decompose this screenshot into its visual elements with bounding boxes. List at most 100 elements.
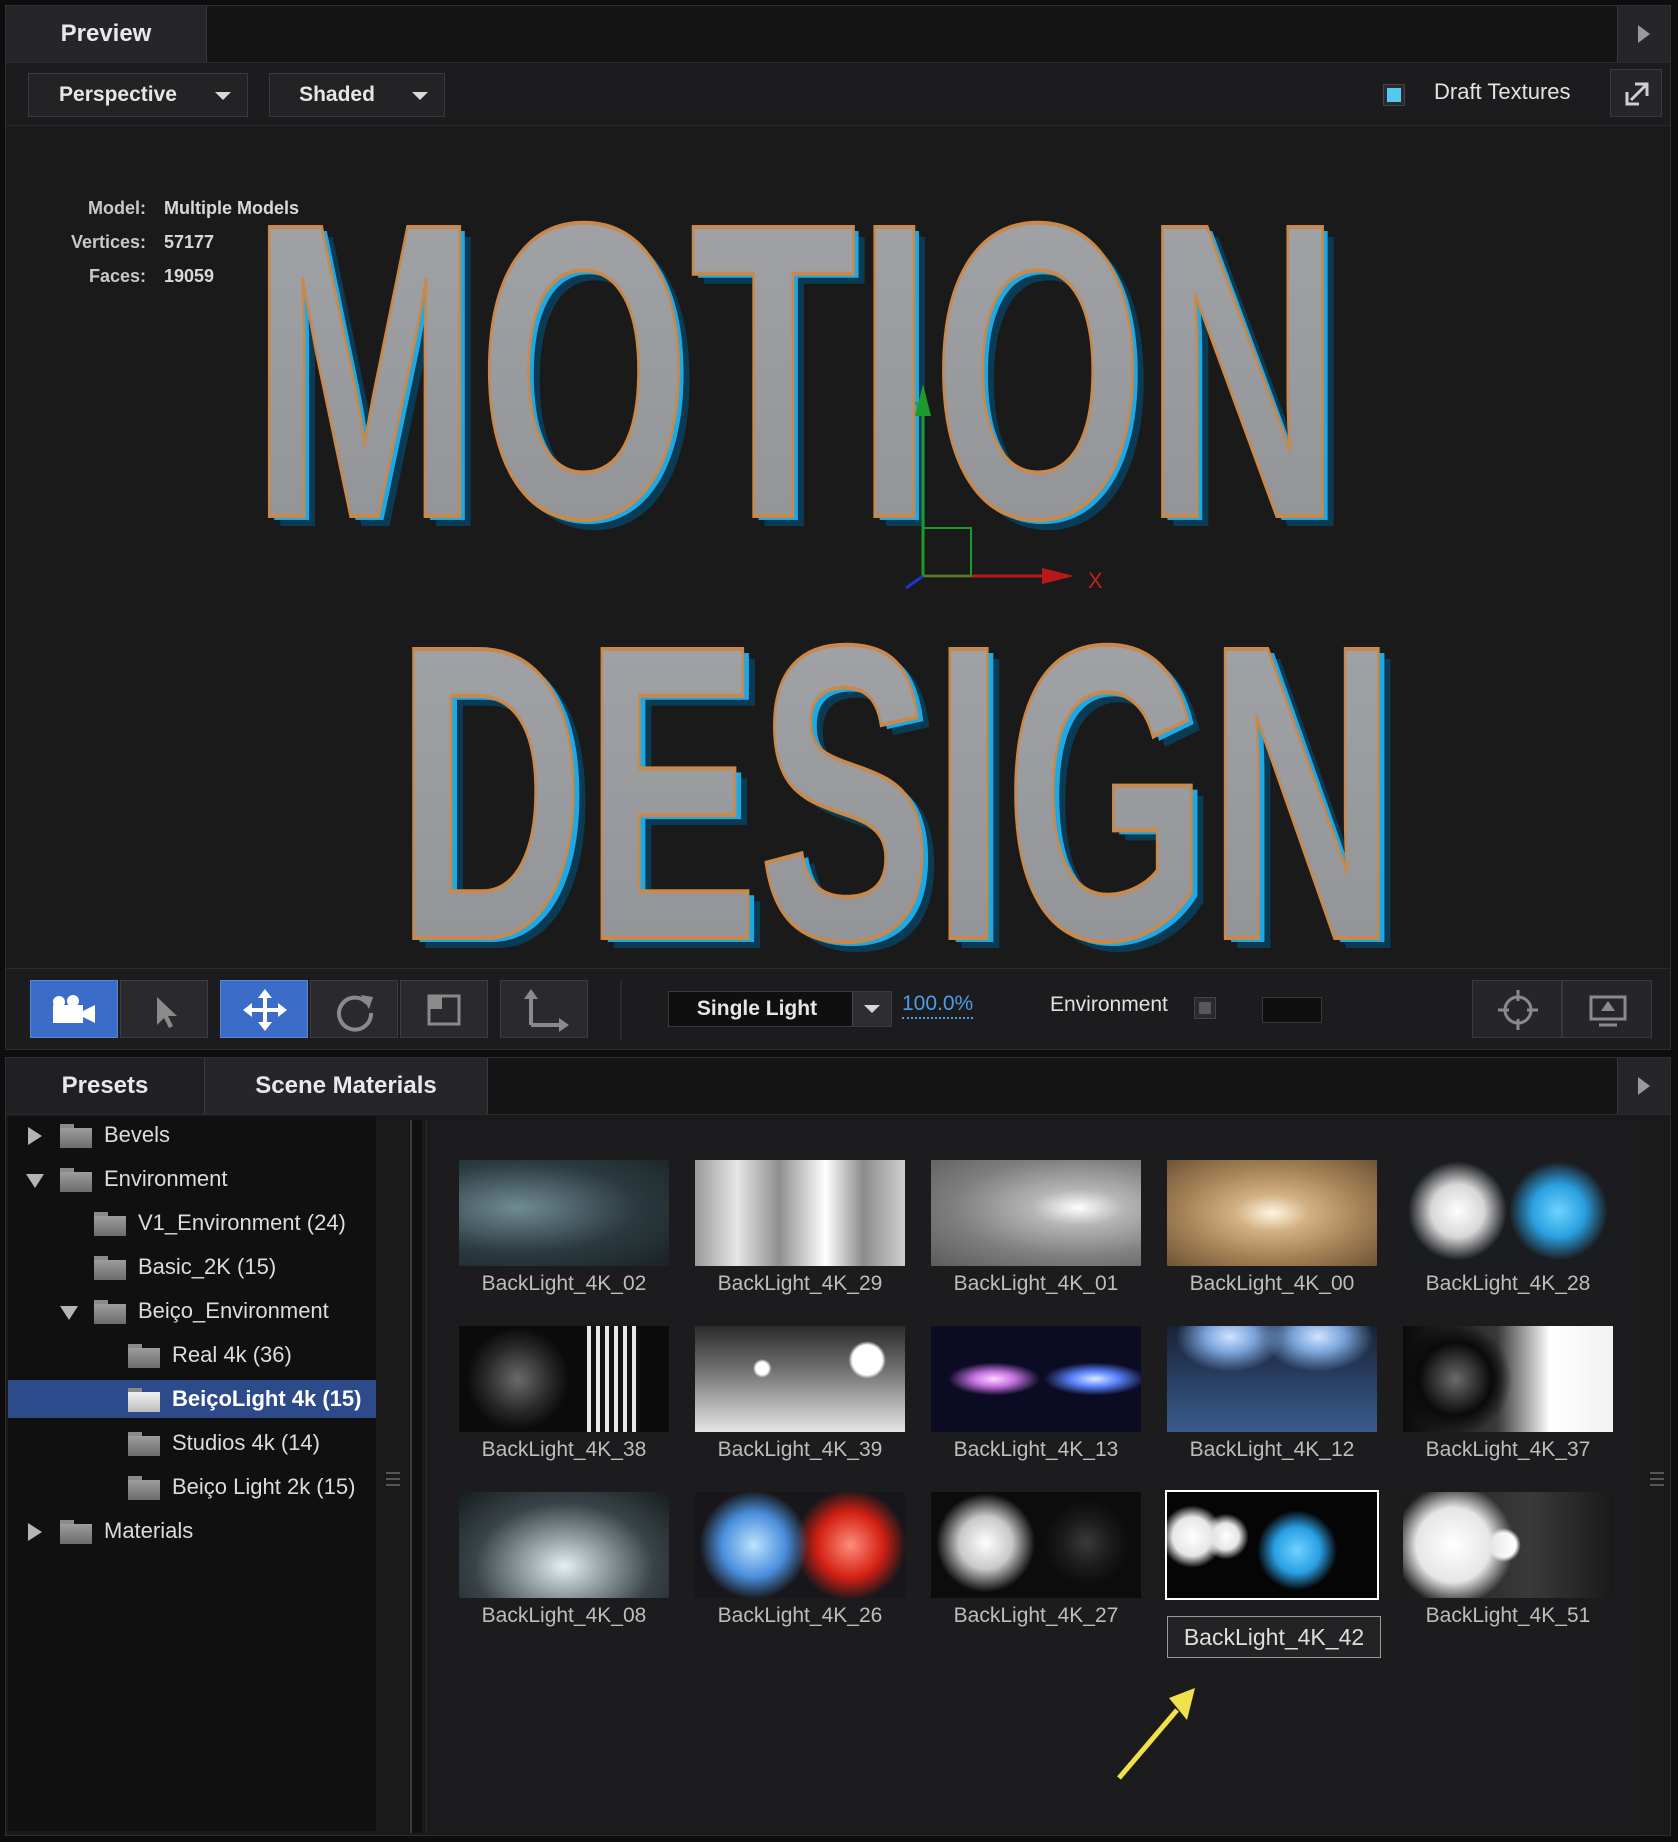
draft-textures-checkbox[interactable] <box>1383 84 1405 106</box>
presets-tabbar: Presets Scene Materials <box>6 1058 1670 1115</box>
presets-panel: Presets Scene Materials Bevels Environme… <box>5 1057 1671 1836</box>
axis-icon <box>524 989 569 1032</box>
thumbnail-label: BackLight_4K_38 <box>481 1438 647 1461</box>
thumbnail-backlight-4k-13[interactable] <box>931 1326 1141 1432</box>
tree-item-label: BeiçoLight 4k (15) <box>172 1386 362 1411</box>
shading-mode-dropdown[interactable]: Shaded <box>269 73 445 117</box>
thumbnail-label: BackLight_4K_13 <box>953 1438 1119 1461</box>
axis-y-label: Y <box>914 399 927 421</box>
thumbnail-label: BackLight_4K_51 <box>1425 1604 1591 1627</box>
thumbnail-label: BackLight_4K_26 <box>717 1604 883 1627</box>
thumbnail-backlight-4k-28[interactable] <box>1403 1160 1613 1266</box>
scene-text-line2-face: DESIGN <box>396 559 1396 971</box>
tree-item-label: V1_Environment (24) <box>138 1210 346 1235</box>
scene-text-line1-face: MOTION <box>251 137 1341 606</box>
select-tool-button[interactable] <box>120 980 208 1038</box>
lighting-dropdown-button[interactable] <box>852 992 891 1026</box>
scale-tool-button[interactable] <box>400 980 488 1038</box>
light-intensity-value[interactable]: 100.0% <box>902 991 974 1019</box>
thumbnail-backlight-4k-02[interactable] <box>459 1160 669 1266</box>
scale-icon <box>427 994 461 1026</box>
preview-panel: Preview Perspective Shaded Draft Texture… <box>5 5 1671 1050</box>
move-icon <box>243 989 287 1031</box>
tree-item-materials[interactable]: Materials <box>8 1512 376 1550</box>
camera-tool-button[interactable] <box>30 980 118 1038</box>
thumbnail-label: BackLight_4K_29 <box>717 1272 883 1295</box>
thumbnail-label: BackLight_4K_01 <box>953 1272 1119 1295</box>
chevron-down-icon <box>412 92 428 100</box>
crosshair-icon <box>1498 990 1538 1030</box>
tree-item-label: Bevels <box>104 1122 171 1147</box>
thumbnail-backlight-4k-42[interactable] <box>1167 1492 1377 1598</box>
folder-icon <box>94 1300 126 1324</box>
folder-icon <box>60 1124 92 1148</box>
folder-icon <box>60 1168 92 1192</box>
folder-icon <box>60 1520 92 1544</box>
tab-scene-materials[interactable]: Scene Materials <box>205 1058 488 1114</box>
preview-toolbar: Perspective Shaded Draft Textures <box>6 63 1670 126</box>
camera-icon <box>53 995 95 1023</box>
environment-color-swatch[interactable] <box>1262 997 1322 1023</box>
monitor-icon <box>1589 995 1627 1027</box>
display-button[interactable] <box>1562 980 1652 1038</box>
chevron-down-icon <box>864 1005 880 1013</box>
tree-item-bevels[interactable]: Bevels <box>8 1116 376 1154</box>
thumbnail-backlight-4k-37[interactable] <box>1403 1326 1613 1432</box>
thumbnail-backlight-4k-29[interactable] <box>695 1160 905 1266</box>
tree-item-basic-2k[interactable]: Basic_2K (15) <box>8 1248 376 1286</box>
expand-icon[interactable] <box>28 1523 42 1541</box>
folder-open-icon <box>128 1388 160 1412</box>
thumbnail-backlight-4k-01[interactable] <box>931 1160 1141 1266</box>
collapse-icon[interactable] <box>60 1306 78 1320</box>
rotate-icon <box>337 995 374 1032</box>
thumbnail-backlight-4k-27[interactable] <box>931 1492 1141 1598</box>
thumbnail-backlight-4k-00[interactable] <box>1167 1160 1377 1266</box>
tree-item-real-4k[interactable]: Real 4k (36) <box>8 1336 376 1374</box>
thumbnail-backlight-4k-08[interactable] <box>459 1492 669 1598</box>
toolbar-divider <box>620 981 622 1039</box>
tree-item-label: Studios 4k (14) <box>172 1430 320 1455</box>
tree-item-v1-environment[interactable]: V1_Environment (24) <box>8 1204 376 1242</box>
tree-item-beico-environment[interactable]: Beiço_Environment <box>8 1292 376 1330</box>
preview-bottom-toolbar: Single Light 100.0% Environment <box>6 968 1670 1049</box>
grid-resize-grip-icon[interactable] <box>1650 1472 1664 1486</box>
tree-item-beico-light-2k[interactable]: Beiço Light 2k (15) <box>8 1468 376 1506</box>
tree-item-environment[interactable]: Environment <box>8 1160 376 1198</box>
panel-menu-arrow-icon[interactable] <box>1617 6 1670 62</box>
tab-preview[interactable]: Preview <box>6 6 207 62</box>
thumbnail-backlight-4k-51[interactable] <box>1403 1492 1613 1598</box>
folder-icon <box>128 1344 160 1368</box>
thumbnail-backlight-4k-26[interactable] <box>695 1492 905 1598</box>
lighting-mode-label: Single Light <box>696 997 818 1020</box>
axis-tool-button[interactable] <box>500 980 588 1038</box>
panel-menu-arrow-icon[interactable] <box>1617 1058 1670 1114</box>
thumbnail-backlight-4k-38[interactable] <box>459 1326 669 1432</box>
thumbnail-backlight-4k-39[interactable] <box>695 1326 905 1432</box>
panel-splitter[interactable] <box>410 1120 422 1833</box>
tree-resize-grip-icon[interactable] <box>386 1472 400 1486</box>
folder-icon <box>94 1212 126 1236</box>
tree-item-beicolight-4k[interactable]: BeiçoLight 4k (15) <box>8 1380 376 1418</box>
shading-mode-label: Shaded <box>299 83 375 106</box>
tab-presets[interactable]: Presets <box>6 1058 205 1114</box>
move-tool-button[interactable] <box>220 980 308 1038</box>
tree-item-label: Real 4k (36) <box>172 1342 292 1367</box>
center-view-button[interactable] <box>1472 980 1562 1038</box>
expand-icon[interactable] <box>28 1127 42 1145</box>
scene-render: MOTION MOTION MOTION DESIGN DESIGN DESIG… <box>249 135 1408 971</box>
tree-item-studios-4k[interactable]: Studios 4k (14) <box>8 1424 376 1462</box>
thumbnail-backlight-4k-12[interactable] <box>1167 1326 1377 1432</box>
rotate-tool-button[interactable] <box>310 980 398 1038</box>
view-mode-dropdown[interactable]: Perspective <box>28 73 248 117</box>
folder-icon <box>128 1476 160 1500</box>
thumbnail-label: BackLight_4K_39 <box>717 1438 883 1461</box>
thumbnail-label: BackLight_4K_00 <box>1189 1272 1355 1295</box>
environment-checkbox[interactable] <box>1194 997 1216 1019</box>
cursor-icon <box>157 997 177 1028</box>
lighting-mode-dropdown[interactable]: Single Light <box>668 991 892 1027</box>
thumbnail-label: BackLight_4K_12 <box>1189 1438 1355 1461</box>
tree-item-label: Materials <box>104 1518 194 1543</box>
collapse-icon[interactable] <box>26 1174 44 1188</box>
3d-viewport[interactable]: Model: Multiple Models Vertices: 57177 F… <box>6 126 1670 971</box>
maximize-button[interactable] <box>1610 69 1662 117</box>
